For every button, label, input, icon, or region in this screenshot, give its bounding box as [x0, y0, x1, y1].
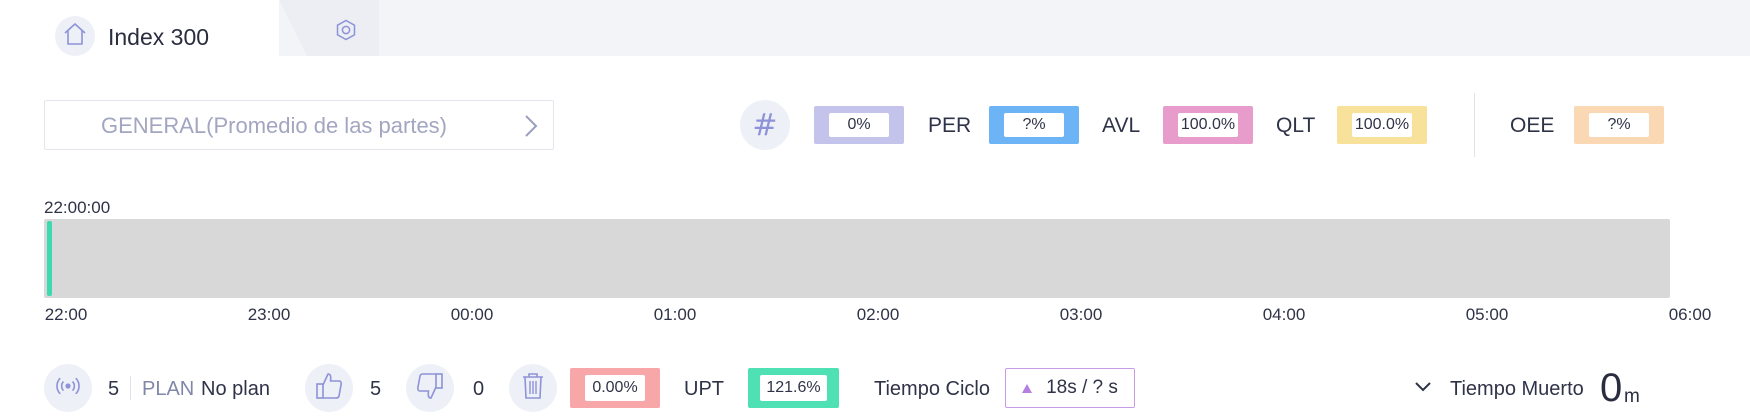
scrap-button[interactable]	[509, 364, 557, 412]
gear-icon	[335, 19, 357, 46]
timeline-tick-label: 05:00	[1465, 305, 1509, 324]
timeline-tick-label: 00:00	[450, 305, 494, 324]
kpi-divider	[1474, 93, 1475, 157]
plan-label: PLAN	[142, 378, 195, 400]
triangle-up-icon	[1022, 383, 1033, 393]
per-kpi-value: ?%	[1004, 113, 1064, 137]
trash-icon	[520, 372, 546, 405]
tab-settings[interactable]	[279, 0, 379, 56]
per-kpi: ?%	[989, 106, 1079, 144]
timeline-tick-label: 22:00	[44, 305, 88, 324]
dead-time-value: 0	[1600, 366, 1623, 410]
upt-value: 121.6%	[760, 375, 827, 401]
tab-title: Index 300	[108, 24, 210, 50]
dead-time-label: Tiempo Muerto	[1450, 378, 1584, 400]
oee-kpi-value: ?%	[1589, 113, 1649, 137]
timeline-tick-label: 04:00	[1262, 305, 1306, 324]
cycle-time-label: Tiempo Ciclo	[874, 378, 990, 400]
qlt-kpi: 100.0%	[1337, 106, 1427, 144]
settings-button[interactable]	[333, 19, 359, 45]
cycle-time-value: 18s / ? s	[1046, 377, 1118, 398]
per-label: PER	[928, 114, 972, 137]
plan-value: No plan	[201, 378, 270, 400]
timeline-bar[interactable]	[44, 219, 1670, 298]
qlt-label: QLT	[1276, 114, 1316, 137]
current-time: 22:00:00	[44, 198, 111, 217]
timeline-tick-label: 03:00	[1059, 305, 1103, 324]
scrap-percent-value: 0.00%	[585, 375, 645, 401]
good-count: 5	[370, 378, 382, 400]
timeline-tick-label: 06:00	[1668, 305, 1712, 324]
thumbs-down-icon	[415, 371, 445, 406]
thumbs-up-icon	[314, 371, 344, 406]
plan-separator	[130, 376, 131, 400]
scrap-percent-badge: 0.00%	[570, 368, 660, 408]
part-selector[interactable]: GENERAL(Promedio de las partes)	[44, 100, 554, 150]
home-icon	[62, 21, 88, 52]
count-kpi: 0%	[814, 106, 904, 144]
oee-kpi: ?%	[1574, 106, 1664, 144]
avl-kpi: 100.0%	[1163, 106, 1253, 144]
count-kpi-value: 0%	[829, 113, 889, 137]
timeline-tick-label: 02:00	[856, 305, 900, 324]
upt-label: UPT	[684, 378, 724, 400]
sensor-button[interactable]	[44, 364, 92, 412]
upt-badge: 121.6%	[748, 368, 839, 408]
hash-icon: #	[740, 100, 790, 150]
cycle-time-box: 18s / ? s	[1005, 368, 1135, 408]
chevron-right-icon	[523, 113, 539, 144]
home-button[interactable]	[55, 16, 95, 56]
avl-kpi-value: 100.0%	[1178, 113, 1238, 137]
signal-icon	[55, 373, 81, 404]
part-selector-label: GENERAL(Promedio de las partes)	[100, 113, 448, 138]
bad-count: 0	[473, 378, 485, 400]
timeline-tick-label: 23:00	[247, 305, 291, 324]
qlt-kpi-value: 100.0%	[1352, 113, 1412, 137]
timeline-marker	[47, 221, 52, 296]
oee-label: OEE	[1510, 114, 1555, 137]
good-parts-button[interactable]	[305, 364, 353, 412]
dead-time-unit: m	[1624, 386, 1640, 407]
avl-label: AVL	[1102, 114, 1141, 137]
sensor-count: 5	[108, 378, 120, 400]
bad-parts-button[interactable]	[406, 364, 454, 412]
timeline-tick-label: 01:00	[653, 305, 697, 324]
tab-strip	[0, 0, 1750, 56]
chevron-down-icon[interactable]	[1414, 380, 1432, 398]
